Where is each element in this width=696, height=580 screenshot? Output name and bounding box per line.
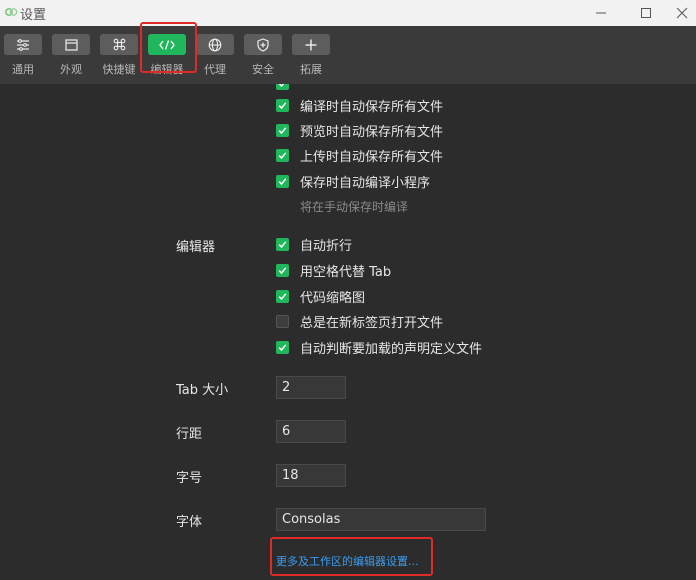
window-icon [64, 38, 78, 51]
title-bar: 设置 [0, 0, 696, 26]
checkbox-spaces-for-tab[interactable]: 用空格代替 Tab [276, 261, 392, 280]
check-icon [278, 177, 287, 185]
font-family-input[interactable]: Consolas [276, 508, 486, 531]
checkbox-word-wrap[interactable]: 自动折行 [276, 235, 353, 254]
minimize-button[interactable] [578, 0, 624, 26]
checkbox-checked[interactable] [276, 237, 289, 251]
check-icon [278, 240, 287, 248]
checkbox-label: 上传时自动保存所有文件 [300, 149, 444, 165]
close-button[interactable] [668, 0, 696, 26]
tab-extensions-label: 拓展 [300, 63, 322, 76]
tab-security[interactable]: 安全 [240, 34, 286, 82]
line-height-input[interactable]: 6 [276, 420, 346, 443]
highlight-editor-tab [140, 22, 197, 73]
check-icon [279, 84, 284, 87]
globe-icon [208, 38, 222, 51]
checkbox-label: 自动判断要加载的声明定义文件 [300, 341, 483, 357]
checkbox-autosave-on-preview[interactable]: 预览时自动保存所有文件 [276, 121, 444, 140]
tab-extensions[interactable]: 拓展 [288, 34, 334, 82]
font-size-label: 字号 [176, 471, 203, 486]
tab-extensions-button[interactable] [292, 34, 330, 55]
checkbox-row-partial[interactable] [276, 84, 289, 92]
checkbox-checked[interactable] [276, 123, 289, 137]
checkbox-minimap[interactable]: 代码缩略图 [276, 287, 366, 306]
tab-shortcuts-button[interactable] [100, 34, 138, 55]
font-size-input[interactable]: 18 [276, 464, 346, 487]
check-icon [278, 292, 287, 300]
check-icon [278, 151, 287, 159]
tab-security-button[interactable] [244, 34, 282, 55]
font-family-label: 字体 [176, 515, 203, 530]
maximize-button[interactable] [623, 0, 669, 26]
tab-general-button[interactable] [4, 34, 42, 55]
tab-appearance-button[interactable] [52, 34, 90, 55]
checkbox-checked[interactable] [276, 84, 289, 90]
checkbox-checked[interactable] [276, 289, 289, 303]
checkbox-unchecked[interactable] [276, 314, 289, 328]
checkbox-checked[interactable] [276, 148, 289, 162]
tab-appearance[interactable]: 外观 [48, 34, 94, 82]
checkbox-checked[interactable] [276, 340, 289, 354]
checkbox-label: 代码缩略图 [300, 290, 366, 306]
command-key-icon [113, 38, 125, 51]
checkbox-label: 用空格代替 Tab [300, 264, 392, 280]
tab-proxy[interactable]: 代理 [192, 34, 238, 82]
checkbox-checked[interactable] [276, 174, 289, 188]
checkbox-autosave-on-upload[interactable]: 上传时自动保存所有文件 [276, 146, 444, 165]
check-icon [278, 343, 287, 351]
check-icon [278, 101, 287, 109]
settings-content: 编译时自动保存所有文件 预览时自动保存所有文件 上传时自动保存所有文件 保存时自… [0, 84, 696, 580]
tab-general[interactable]: 通用 [0, 34, 46, 82]
check-icon [278, 266, 287, 274]
editor-section-label: 编辑器 [176, 240, 216, 255]
tab-size-label: Tab 大小 [176, 383, 229, 398]
checkbox-autosave-on-compile[interactable]: 编译时自动保存所有文件 [276, 96, 444, 115]
checkbox-label: 自动折行 [300, 238, 353, 254]
checkbox-checked[interactable] [276, 263, 289, 277]
tab-shortcuts[interactable]: 快捷键 [96, 34, 142, 82]
compile-on-save-hint: 将在手动保存时编译 [300, 200, 409, 214]
checkbox-compile-on-save[interactable]: 保存时自动编译小程序 [276, 172, 431, 191]
sliders-icon [17, 38, 29, 51]
check-icon [278, 126, 287, 134]
window-title: 设置 [20, 8, 47, 23]
close-icon [676, 7, 688, 19]
checkbox-open-in-new-tab[interactable]: 总是在新标签页打开文件 [276, 312, 444, 331]
checkbox-label: 总是在新标签页打开文件 [300, 315, 444, 331]
tab-proxy-button[interactable] [196, 34, 234, 55]
checkbox-checked[interactable] [276, 98, 289, 112]
settings-toolbar: 通用 外观 快捷键 编辑器 代理 安全 拓展 [0, 26, 696, 84]
minimize-icon [596, 12, 606, 14]
tab-size-input[interactable]: 2 [276, 376, 346, 399]
highlight-more-link [270, 537, 433, 576]
checkbox-label: 编译时自动保存所有文件 [300, 99, 444, 115]
plus-icon [305, 39, 317, 50]
checkbox-auto-load-declarations[interactable]: 自动判断要加载的声明定义文件 [276, 338, 483, 357]
line-height-label: 行距 [176, 427, 203, 442]
shield-icon [257, 37, 269, 52]
maximize-icon [641, 8, 651, 18]
checkbox-label: 保存时自动编译小程序 [300, 175, 431, 191]
checkbox-label: 预览时自动保存所有文件 [300, 124, 444, 140]
app-logo-icon [5, 8, 18, 16]
